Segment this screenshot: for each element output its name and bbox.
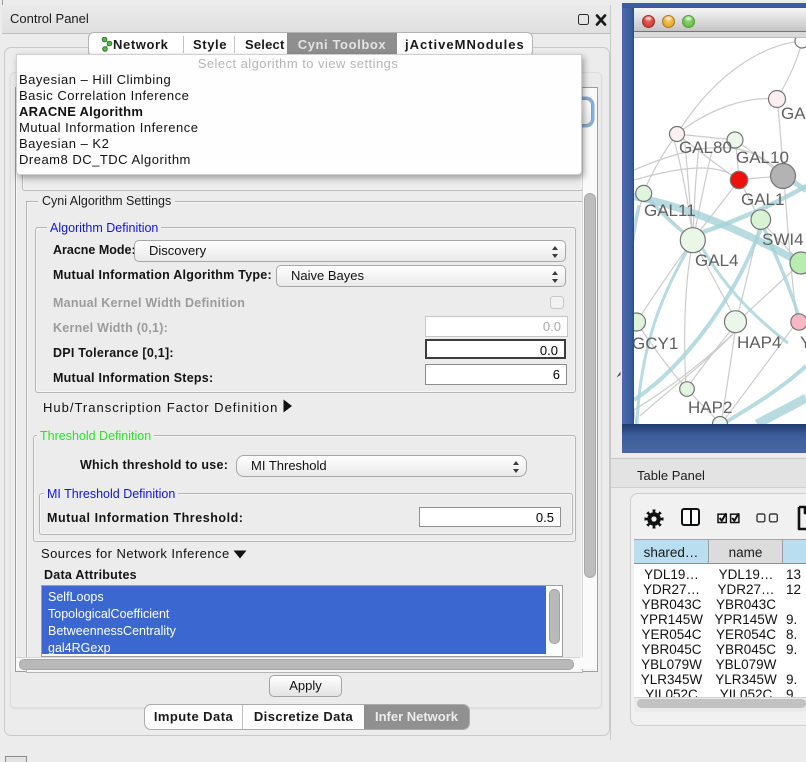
svg-text:GAL1: GAL1 [741, 190, 784, 209]
svg-text:Y: Y [800, 333, 806, 352]
svg-text:GAL: GAL [781, 104, 806, 123]
svg-text:HAP4: HAP4 [737, 333, 781, 352]
svg-text:GAL10: GAL10 [736, 148, 789, 167]
svg-text:GCY1: GCY1 [634, 334, 678, 353]
svg-text:HAP2: HAP2 [688, 398, 732, 417]
svg-text:SWI4: SWI4 [762, 230, 804, 249]
svg-text:GAL80: GAL80 [679, 138, 732, 157]
svg-text:GAL4: GAL4 [695, 251, 738, 270]
svg-text:GAL11: GAL11 [644, 201, 696, 220]
